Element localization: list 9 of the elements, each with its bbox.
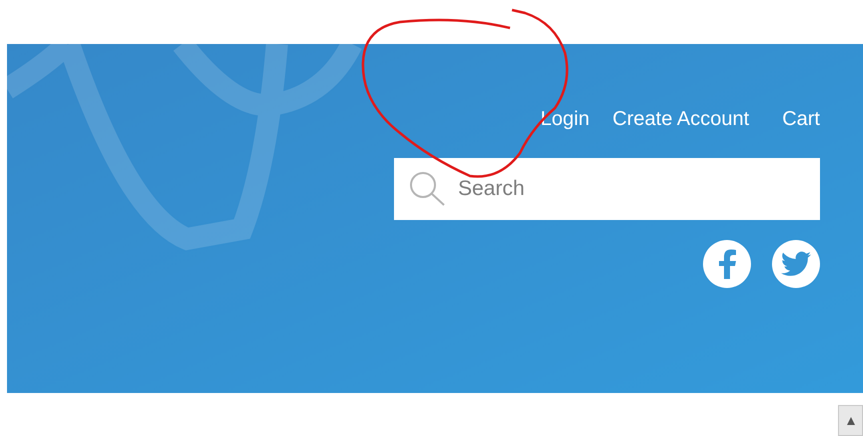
bird-icon[interactable]: [772, 240, 820, 288]
search-icon: [408, 171, 446, 207]
scroll-up-button[interactable]: [838, 405, 863, 436]
nav-link[interactable]: Login: [540, 104, 590, 134]
search-field[interactable]: Search: [394, 158, 820, 220]
nav-link[interactable]: Cart: [782, 104, 820, 134]
facebook-icon[interactable]: [703, 240, 751, 288]
triangle-icon: [846, 416, 856, 426]
nav-link[interactable]: Create Account: [612, 104, 750, 134]
